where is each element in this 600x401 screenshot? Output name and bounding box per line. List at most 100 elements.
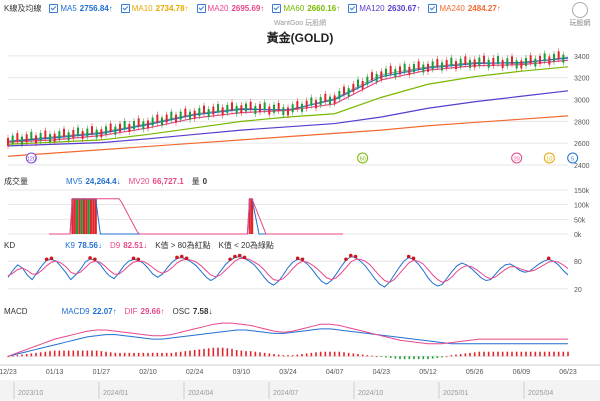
osc-bar: [539, 351, 541, 357]
date-tick: 04/07: [326, 369, 344, 376]
marker-label: 20: [514, 157, 520, 163]
kd-red-dot: [131, 256, 136, 261]
period-label: 2024/07: [273, 390, 298, 397]
volume-bar: [78, 198, 81, 234]
volume-bar: [90, 198, 93, 234]
osc-bar: [259, 352, 261, 357]
osc-bar: [557, 351, 560, 357]
osc-bar: [408, 356, 411, 360]
osc-bar: [436, 356, 439, 358]
osc-bar: [53, 350, 56, 357]
volume-y-tick: 50k: [574, 217, 586, 224]
osc-bar: [361, 354, 364, 357]
osc-bar: [497, 351, 499, 357]
price-y-tick: 2400: [574, 163, 590, 170]
osc-bar: [441, 356, 443, 358]
kd-red-dot: [233, 254, 237, 259]
osc-bar: [394, 356, 397, 359]
osc-bar: [156, 352, 159, 357]
osc-bar: [39, 352, 42, 357]
kd-red-dot: [88, 256, 92, 260]
price-y-tick: 3000: [574, 98, 590, 105]
kd-red-dot: [295, 256, 300, 261]
date-tick: 06/09: [513, 369, 531, 376]
kd-red-dot: [242, 255, 247, 260]
osc-bar: [231, 348, 233, 357]
volume-bar: [73, 198, 76, 234]
osc-bar: [305, 353, 308, 357]
navigator-bar: [0, 380, 600, 401]
osc-bar: [567, 351, 569, 357]
kd-red-dot: [353, 254, 358, 259]
osc-bar: [347, 352, 350, 357]
volume-bar: [87, 198, 90, 234]
osc-bar: [21, 354, 23, 357]
kd-red-dot: [44, 257, 49, 262]
osc-bar: [333, 351, 336, 357]
osc-bar: [189, 350, 191, 357]
osc-bar: [282, 355, 285, 357]
kd-red-dot: [136, 257, 141, 262]
date-tick: 04/23: [373, 369, 391, 376]
stock-chart[interactable]: 3400 3200 3000 2800 2600 2400 120 60 20 10 5 150k 10…: [0, 0, 600, 401]
date-tick: 03/24: [279, 369, 297, 376]
marker-label: 5: [571, 157, 574, 163]
kd-red-dot: [546, 256, 551, 261]
osc-bar: [417, 356, 420, 360]
osc-bar: [105, 351, 107, 357]
kd-red-dot: [348, 253, 353, 258]
osc-bar: [525, 351, 527, 357]
osc-bar: [371, 355, 373, 357]
osc-bar: [77, 350, 79, 357]
osc-bar: [413, 356, 415, 360]
volume-bar: [80, 198, 83, 234]
osc-bar: [142, 352, 145, 357]
period-label: 2025/01: [443, 390, 468, 397]
osc-bar: [30, 353, 33, 357]
date-tick: 02/10: [139, 369, 157, 376]
osc-bar: [147, 352, 149, 357]
osc-bar: [277, 354, 280, 357]
osc-bar: [380, 356, 383, 358]
osc-bar: [11, 355, 14, 357]
osc-bar: [263, 352, 266, 357]
period-label: 2024/10: [358, 390, 383, 397]
date-tick: 02/24: [186, 369, 204, 376]
kd-red-dot: [406, 254, 411, 259]
osc-bar: [403, 356, 406, 360]
date-tick: 06/23: [559, 369, 577, 376]
osc-bar: [67, 350, 70, 357]
osc-bar: [562, 351, 565, 357]
osc-bar: [221, 347, 224, 357]
marker-label: 120: [27, 157, 36, 163]
osc-bar: [254, 351, 257, 357]
osc-bar: [63, 350, 65, 357]
osc-bar: [170, 352, 173, 357]
osc-bar: [86, 350, 89, 357]
osc-bar: [445, 356, 448, 358]
osc-bar: [296, 354, 299, 357]
osc-bar: [95, 350, 98, 357]
osc-bar: [343, 352, 345, 357]
kd-red-dot: [344, 257, 348, 262]
date-tick: 03/10: [233, 369, 251, 376]
osc-bar: [151, 352, 154, 357]
osc-bar: [193, 350, 196, 357]
osc-bar: [492, 351, 495, 357]
osc-bar: [352, 353, 355, 357]
osc-bar: [100, 351, 103, 357]
osc-bar: [399, 356, 401, 360]
price-y-tick: 3200: [574, 76, 590, 83]
osc-bar: [315, 352, 317, 357]
kd-red-dot: [300, 257, 305, 262]
osc-bar: [49, 351, 51, 357]
kd-red-dot: [49, 256, 54, 261]
osc-bar: [487, 351, 490, 357]
osc-bar: [287, 355, 289, 357]
date-tick: 01/27: [93, 369, 111, 376]
osc-bar: [478, 351, 481, 357]
period-label: 2023/10: [18, 390, 43, 397]
osc-bar: [483, 351, 485, 357]
osc-bar: [184, 351, 187, 357]
osc-bar: [273, 354, 275, 357]
